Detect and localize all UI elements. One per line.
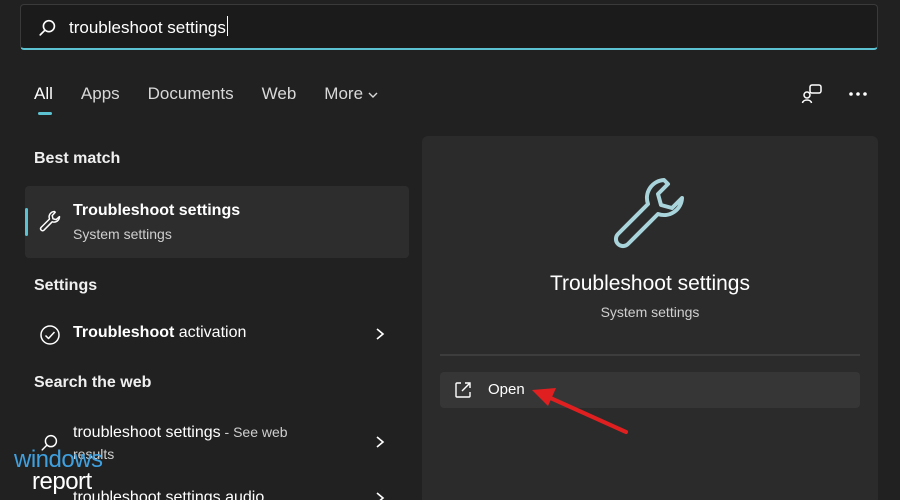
tab-web[interactable]: Web (262, 80, 297, 116)
windows-report-logo: windows report (10, 446, 120, 500)
open-button[interactable]: Open (440, 372, 860, 408)
tab-all-label: All (34, 84, 53, 103)
check-circle-icon (40, 325, 60, 345)
web-result-query: troubleshoot settings (73, 424, 221, 441)
settings-item-label-bold: Troubleshoot (73, 324, 175, 341)
best-match-result[interactable]: Troubleshoot settings System settings (25, 186, 409, 258)
section-best-match: Best match (34, 150, 121, 167)
best-match-title: Troubleshoot settings (73, 202, 241, 219)
section-settings: Settings (34, 277, 98, 294)
annotation-arrow (532, 388, 628, 434)
chevron-right-icon[interactable] (373, 326, 387, 342)
tab-more-label: More (324, 84, 364, 103)
tab-documents[interactable]: Documents (148, 80, 234, 116)
filter-tabs: All Apps Documents Web More (34, 80, 407, 116)
tab-documents-label: Documents (147, 84, 234, 103)
selection-indicator (25, 208, 28, 236)
chevron-right-icon[interactable] (373, 434, 387, 450)
open-external-icon (455, 382, 471, 398)
settings-item-label: Troubleshoot activation (73, 324, 246, 342)
text-caret (226, 16, 228, 36)
best-match-subtitle: System settings (73, 226, 172, 242)
feedback-icon[interactable] (800, 82, 824, 106)
preview-panel: Troubleshoot settings System settings Op… (422, 136, 878, 500)
preview-subtitle: System settings (600, 304, 700, 320)
wrench-icon (613, 178, 684, 249)
wrench-icon (39, 210, 61, 232)
web-result-suffix: - See web (220, 424, 288, 440)
tab-web-label: Web (261, 84, 297, 103)
start-search-window: troubleshoot settings All Apps Documents… (0, 0, 900, 500)
chevron-down-icon (368, 92, 378, 98)
settings-item-troubleshoot-activation[interactable]: Troubleshoot activation (25, 314, 409, 354)
top-right-actions (778, 82, 870, 106)
search-input-value: troubleshoot settings (69, 18, 226, 37)
logo-line2: report (32, 468, 92, 495)
section-search-web: Search the web (34, 374, 152, 391)
tab-apps[interactable]: Apps (81, 80, 120, 116)
search-icon (39, 19, 56, 36)
chevron-right-icon[interactable] (373, 490, 387, 500)
tab-more[interactable]: More (324, 80, 379, 116)
tab-apps-label: Apps (80, 84, 120, 103)
more-options-icon[interactable] (846, 82, 870, 106)
tab-all[interactable]: All (34, 80, 53, 116)
divider (440, 354, 860, 356)
web-result-label: troubleshoot settings - See web (73, 424, 288, 442)
settings-item-label-rest: activation (174, 324, 247, 341)
search-input[interactable]: troubleshoot settings (69, 13, 849, 43)
search-bar[interactable]: troubleshoot settings (20, 4, 878, 50)
preview-title: Troubleshoot settings (549, 272, 750, 295)
